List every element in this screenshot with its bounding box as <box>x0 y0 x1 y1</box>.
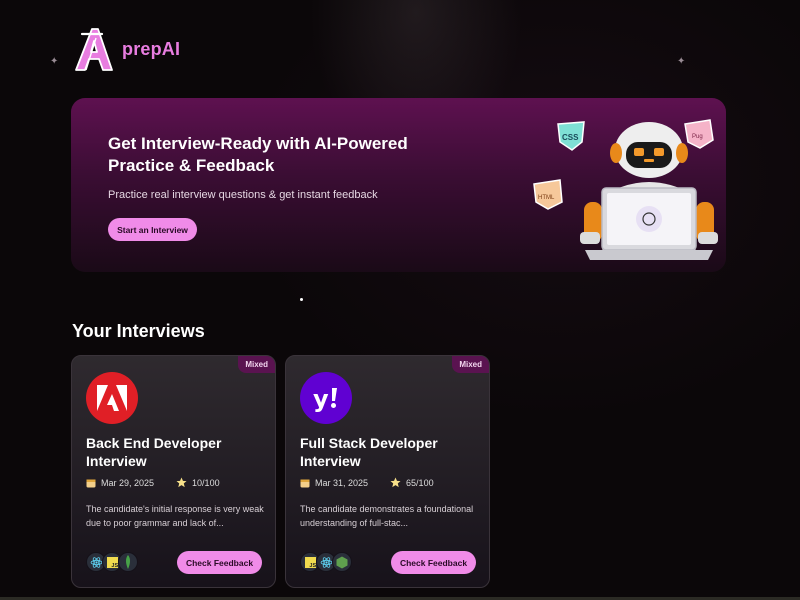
hero-subtitle: Practice real interview questions & get … <box>108 189 378 201</box>
nodejs-icon <box>332 552 352 572</box>
check-feedback-button[interactable]: Check Feedback <box>391 551 476 574</box>
svg-text:HTML: HTML <box>538 195 555 201</box>
interview-type-badge: Mixed <box>238 356 275 373</box>
pug-sticker-icon: Pug <box>684 119 714 149</box>
yahoo-logo-icon: y <box>300 372 352 424</box>
hero-banner: Get Interview-Ready with AI-Powered Prac… <box>71 98 726 272</box>
svg-text:Pug: Pug <box>692 134 703 140</box>
check-feedback-button[interactable]: Check Feedback <box>177 551 262 574</box>
star-icon <box>390 477 401 488</box>
hero-title: Get Interview-Ready with AI-Powered Prac… <box>108 134 408 175</box>
mongodb-icon <box>118 552 138 572</box>
interview-date: Mar 29, 2025 <box>101 477 155 488</box>
interview-description: The candidate's initial response is very… <box>86 504 264 528</box>
interview-title: Back End Developer Interview <box>86 435 222 469</box>
svg-text:JS: JS <box>309 562 316 567</box>
interview-meta: Mar 31, 2025 65/100 <box>300 477 434 488</box>
svg-text:CSS: CSS <box>562 133 579 142</box>
interview-date: Mar 31, 2025 <box>315 477 369 488</box>
html-sticker-icon: HTML <box>533 179 563 210</box>
sparkle-icon: ✦ <box>50 56 59 67</box>
svg-text:y: y <box>313 385 329 412</box>
interview-title: Full Stack Developer Interview <box>300 435 438 469</box>
interview-card: Mixed y Full Stack Developer Interview M… <box>285 355 490 588</box>
interview-score: 65/100 <box>406 477 434 488</box>
start-interview-button[interactable]: Start an Interview <box>108 218 197 241</box>
interview-card: Mixed Back End Developer Interview Mar 2… <box>71 355 276 588</box>
svg-text:JS: JS <box>111 562 118 567</box>
tech-stack: JS <box>300 552 352 572</box>
brand-logo[interactable]: prepAI <box>72 26 180 72</box>
adobe-logo-icon <box>86 372 138 424</box>
sparkle-icon: ✦ <box>677 56 686 67</box>
brand-name: prepAI <box>122 38 181 59</box>
decorative-dot <box>300 298 303 301</box>
interview-score: 10/100 <box>192 477 220 488</box>
robot-laptop-illustration: CSS Pug HTML JS <box>533 119 718 260</box>
tech-stack: JS <box>86 552 138 572</box>
calendar-icon <box>86 479 96 487</box>
interview-type-badge: Mixed <box>452 356 489 373</box>
css-sticker-icon: CSS <box>557 121 585 151</box>
star-icon <box>176 477 187 488</box>
interview-description: The candidate demonstrates a foundationa… <box>300 504 474 528</box>
section-title: Your Interviews <box>72 321 205 341</box>
interview-meta: Mar 29, 2025 10/100 <box>86 477 220 488</box>
prepai-logo-icon <box>75 28 113 71</box>
calendar-icon <box>300 479 310 487</box>
